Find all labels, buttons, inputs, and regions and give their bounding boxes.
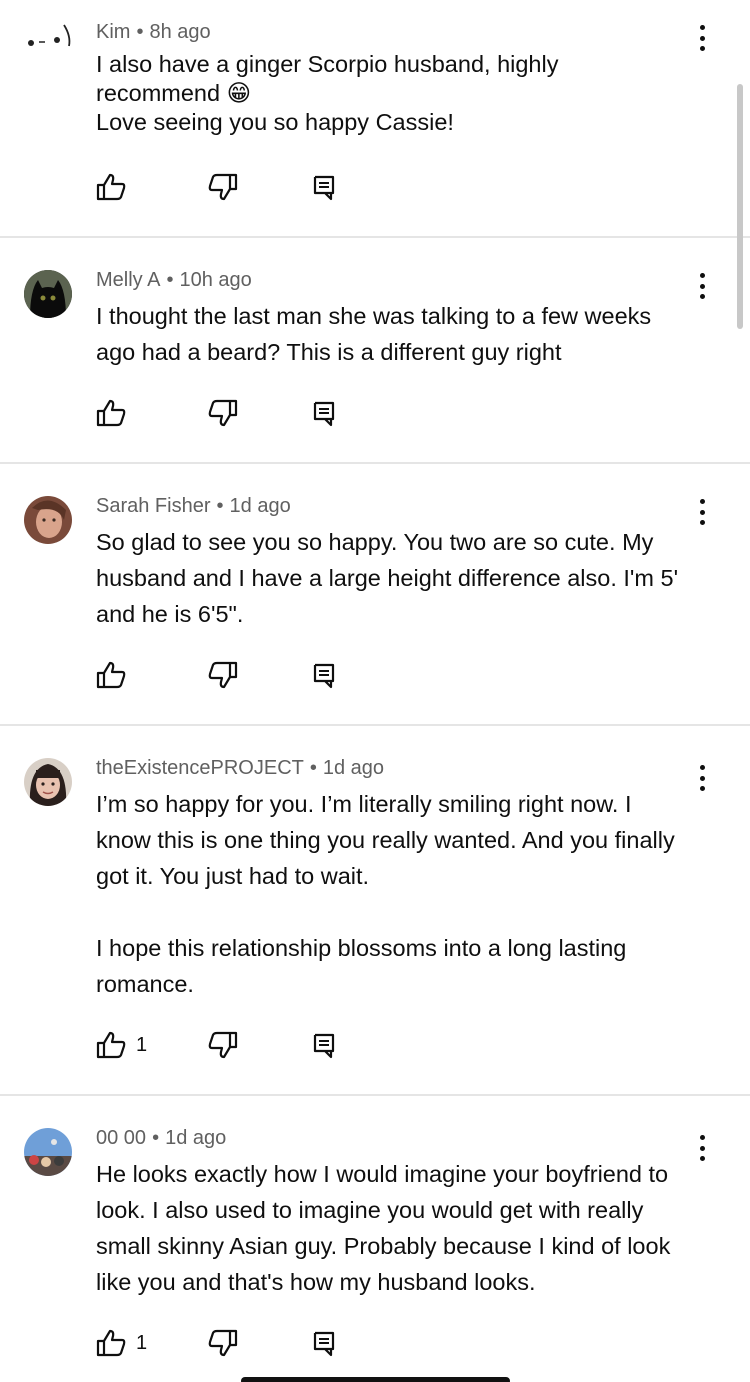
- reply-button[interactable]: [312, 1030, 336, 1060]
- dislike-button[interactable]: [208, 398, 238, 428]
- thumbs-up-icon: [96, 661, 126, 689]
- black-cat-avatar-icon: [24, 270, 72, 318]
- comment: Sarah Fisher • 1d ago So glad to see you s…: [0, 464, 750, 726]
- more-vert-icon: [699, 499, 705, 504]
- comment: Melly A • 10h ago I thought the last man s…: [0, 238, 750, 464]
- reply-comment-icon: [313, 1331, 335, 1357]
- reply-comment-icon: [313, 401, 335, 427]
- comment-meta: Melly A • 10h ago: [96, 269, 252, 292]
- thumbs-up-icon: [96, 1329, 126, 1357]
- avatar[interactable]: [24, 496, 72, 544]
- comment-time: 1d ago: [165, 1127, 227, 1149]
- avatar[interactable]: [24, 16, 72, 64]
- like-button[interactable]: 1: [96, 1030, 147, 1060]
- more-vert-icon: [699, 273, 705, 278]
- more-vert-icon: [699, 25, 705, 30]
- comment-author[interactable]: Melly A: [96, 269, 160, 291]
- comments-screen: Kim • 8h ago I also have a ginger Scorpio …: [0, 0, 750, 1382]
- home-indicator[interactable]: [241, 1377, 510, 1382]
- comment-time: 8h ago: [149, 21, 211, 43]
- comment-author[interactable]: 00 00: [96, 1127, 146, 1149]
- comment: 00 00 • 1d ago He looks exactly how I woul…: [0, 1096, 750, 1382]
- thumbs-down-icon: [208, 661, 238, 689]
- comment-time: 1d ago: [229, 495, 291, 517]
- thumbs-down-icon: [208, 173, 238, 201]
- like-button[interactable]: [96, 398, 136, 428]
- separator-dot: •: [216, 495, 224, 517]
- thumbs-down-icon: [208, 399, 238, 427]
- comment-author[interactable]: theExistencePROJECT: [96, 757, 304, 779]
- avatar[interactable]: [24, 270, 72, 318]
- reply-button[interactable]: [312, 660, 336, 690]
- dislike-button[interactable]: [208, 1328, 238, 1358]
- like-count: 1: [136, 1033, 148, 1056]
- comment: Kim • 8h ago I also have a ginger Scorpio …: [0, 0, 750, 238]
- dislike-button[interactable]: [208, 1030, 238, 1060]
- comment-time: 1d ago: [322, 757, 385, 779]
- comment-meta: Kim • 8h ago: [96, 21, 211, 44]
- like-button[interactable]: [96, 660, 136, 690]
- thumbs-up-icon: [96, 1031, 126, 1059]
- like-count: 1: [136, 1331, 148, 1354]
- like-button[interactable]: [96, 172, 136, 202]
- reply-button[interactable]: [312, 398, 336, 428]
- comment-actions: [96, 660, 396, 690]
- thumbs-up-icon: [96, 399, 126, 427]
- comment-meta: Sarah Fisher • 1d ago: [96, 495, 291, 518]
- comment-actions: 1: [96, 1328, 396, 1358]
- like-button[interactable]: 1: [96, 1328, 147, 1358]
- separator-dot: •: [136, 21, 144, 43]
- comment-actions: [96, 398, 396, 428]
- user-photo-avatar-icon: [24, 758, 72, 806]
- dislike-button[interactable]: [208, 660, 238, 690]
- user-photo-avatar-icon: [24, 496, 72, 544]
- comment: theExistencePROJECT • 1d ago I’m so happy …: [0, 726, 750, 1096]
- comment-text: I thought the last man she was talking t…: [96, 303, 652, 365]
- comment-text: He looks exactly how I would imagine you…: [96, 1161, 671, 1295]
- comment-text: So glad to see you so happy. You two are…: [96, 529, 679, 627]
- more-vert-icon: [699, 1135, 705, 1140]
- separator-dot: •: [152, 1127, 160, 1149]
- avatar[interactable]: [24, 1128, 72, 1176]
- comment-meta: 00 00 • 1d ago: [96, 1127, 226, 1150]
- avatar[interactable]: [24, 758, 72, 806]
- comment-time: 10h ago: [179, 269, 252, 291]
- kaomoji-avatar-icon: [28, 24, 71, 47]
- thumbs-down-icon: [208, 1031, 238, 1059]
- reply-comment-icon: [313, 175, 335, 201]
- separator-dot: •: [166, 269, 174, 291]
- comment-actions: [96, 172, 396, 202]
- scrollbar[interactable]: [737, 84, 743, 329]
- comment-text: I also have a ginger Scorpio husband, hi…: [96, 51, 559, 135]
- comment-meta: theExistencePROJECT • 1d ago: [96, 757, 384, 780]
- thumbs-down-icon: [208, 1329, 238, 1357]
- comment-author[interactable]: Sarah Fisher: [96, 495, 211, 517]
- reply-comment-icon: [313, 1033, 335, 1059]
- comment-actions: 1: [96, 1030, 396, 1060]
- dislike-button[interactable]: [208, 172, 238, 202]
- comment-text: I’m so happy for you. I’m literally smil…: [96, 791, 675, 997]
- separator-dot: •: [309, 757, 317, 779]
- reply-button[interactable]: [312, 1328, 336, 1358]
- reply-comment-icon: [313, 663, 335, 689]
- comment-author[interactable]: Kim: [96, 21, 130, 43]
- more-vert-icon: [699, 765, 705, 770]
- user-photo-avatar-icon: [24, 1128, 72, 1176]
- thumbs-up-icon: [96, 173, 126, 201]
- reply-button[interactable]: [312, 172, 336, 202]
